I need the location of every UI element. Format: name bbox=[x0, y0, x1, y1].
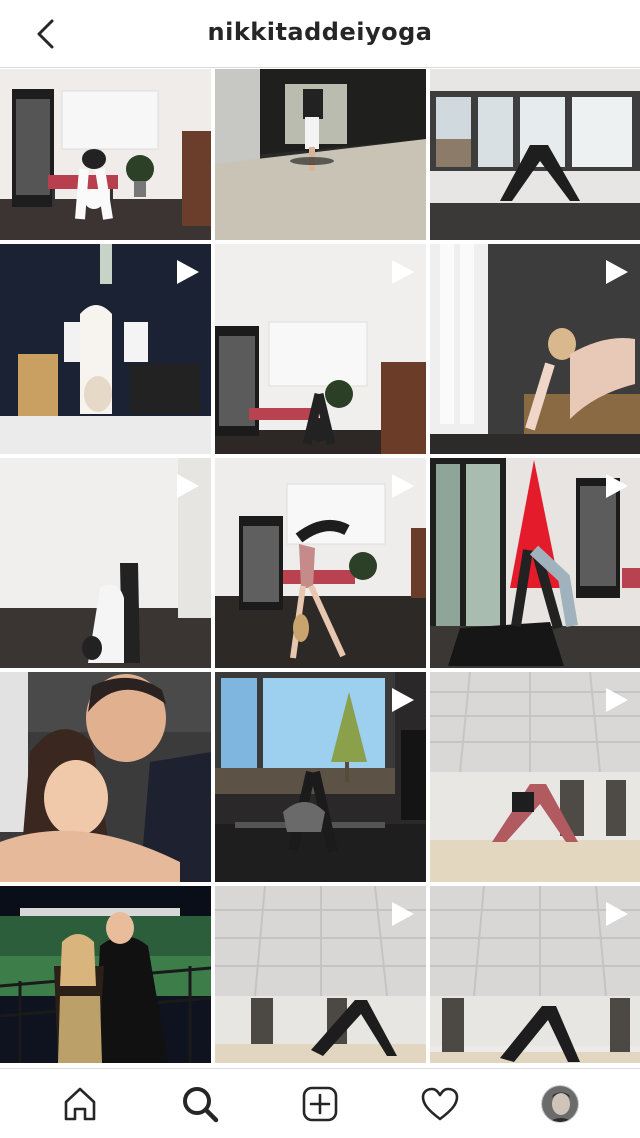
post-image bbox=[215, 69, 426, 240]
post-thumbnail[interactable] bbox=[0, 886, 211, 1063]
video-icon bbox=[177, 474, 199, 498]
video-icon bbox=[392, 260, 414, 284]
video-icon bbox=[606, 474, 628, 498]
post-thumbnail[interactable] bbox=[0, 244, 211, 454]
post-thumbnail[interactable] bbox=[430, 886, 640, 1063]
video-icon bbox=[177, 260, 199, 284]
video-icon bbox=[392, 902, 414, 926]
heart-icon bbox=[421, 1087, 459, 1120]
home-icon bbox=[64, 1087, 96, 1120]
post-thumbnail[interactable] bbox=[215, 886, 426, 1063]
bottom-navigation bbox=[0, 1068, 640, 1138]
post-thumbnail[interactable] bbox=[430, 244, 640, 454]
video-icon bbox=[606, 688, 628, 712]
nav-home-button[interactable] bbox=[56, 1080, 104, 1128]
post-thumbnail[interactable] bbox=[0, 672, 211, 882]
post-thumbnail[interactable] bbox=[215, 672, 426, 882]
post-image bbox=[0, 69, 211, 240]
post-thumbnail[interactable] bbox=[430, 69, 640, 240]
profile-username-title: nikkitaddeiyoga bbox=[207, 18, 433, 46]
post-thumbnail[interactable] bbox=[0, 69, 211, 240]
nav-create-button[interactable] bbox=[296, 1080, 344, 1128]
video-icon bbox=[392, 688, 414, 712]
post-image bbox=[430, 69, 640, 240]
search-icon bbox=[183, 1086, 219, 1122]
nav-search-button[interactable] bbox=[176, 1080, 224, 1128]
post-image bbox=[0, 672, 211, 882]
plus-square-icon bbox=[302, 1086, 338, 1121]
post-thumbnail[interactable] bbox=[215, 69, 426, 240]
nav-activity-button[interactable] bbox=[416, 1080, 464, 1128]
nav-profile-button[interactable] bbox=[536, 1080, 584, 1128]
video-icon bbox=[606, 260, 628, 284]
post-thumbnail[interactable] bbox=[430, 672, 640, 882]
post-thumbnail[interactable] bbox=[0, 458, 211, 668]
post-thumbnail[interactable] bbox=[430, 458, 640, 668]
video-icon bbox=[606, 902, 628, 926]
post-thumbnail[interactable] bbox=[215, 458, 426, 668]
video-icon bbox=[392, 474, 414, 498]
post-grid bbox=[0, 69, 640, 1067]
header: nikkitaddeiyoga bbox=[0, 0, 640, 68]
avatar bbox=[541, 1084, 579, 1123]
post-image bbox=[0, 886, 211, 1063]
post-thumbnail[interactable] bbox=[215, 244, 426, 454]
